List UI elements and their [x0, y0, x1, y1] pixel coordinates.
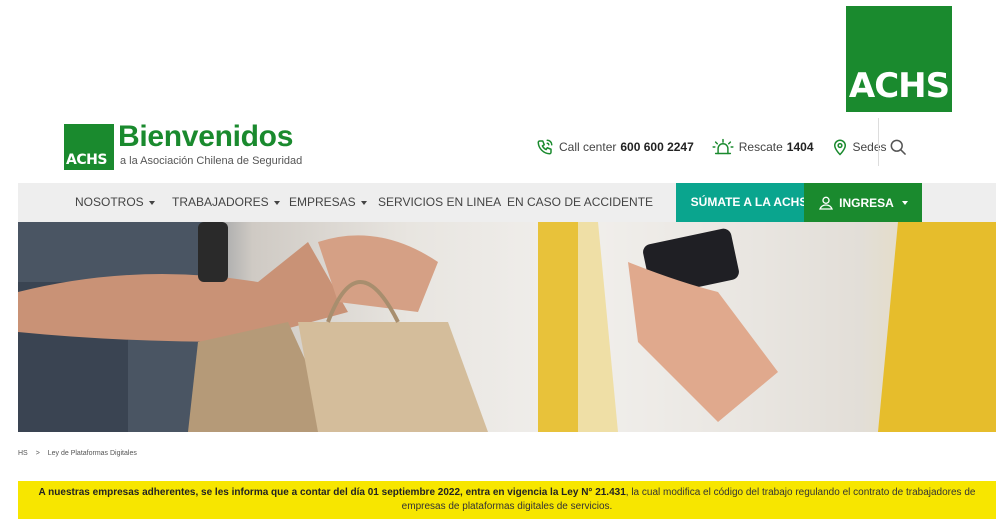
- ingresa-label: INGRESA: [839, 195, 894, 210]
- page: ACHS ACHS Bienvenidos a la Asociación Ch…: [0, 0, 996, 523]
- ingresa-button[interactable]: INGRESA: [804, 183, 922, 222]
- rescate-label: Rescate: [738, 140, 783, 154]
- nav-label: SERVICIOS EN LINEA: [378, 195, 502, 209]
- logo-box-text: ACHS: [66, 152, 107, 168]
- nav-item-nosotros[interactable]: NOSOTROS: [75, 183, 155, 222]
- nav-item-servicios-en-linea[interactable]: SERVICIOS EN LINEA: [378, 183, 501, 222]
- brand-subtitle: a la Asociación Chilena de Seguridad: [120, 155, 303, 167]
- corner-logo-text: ACHS: [848, 66, 950, 106]
- nav-label: EN CASO DE ACCIDENTE: [507, 195, 654, 209]
- main-nav: NOSOTROS TRABAJADORES EMPRESAS SERVICIOS…: [18, 183, 996, 222]
- nav-label: EMPRESAS: [289, 195, 356, 209]
- nav-item-trabajadores[interactable]: TRABAJADORES: [172, 183, 280, 222]
- call-center-link[interactable]: Call center 600 600 2247: [536, 138, 694, 156]
- nav-label: TRABAJADORES: [172, 195, 269, 209]
- sumate-button[interactable]: SÚMATE A LA ACHS: [676, 183, 822, 222]
- map-pin-icon: [833, 139, 846, 156]
- white-shirt: [578, 222, 918, 432]
- chevron-down-icon: [901, 200, 908, 205]
- search-button[interactable]: [888, 137, 908, 157]
- call-center-label: Call center: [559, 140, 617, 154]
- nav-label: NOSOTROS: [75, 195, 144, 209]
- utility-links: Call center 600 600 2247 Rescate 1404 Se…: [536, 132, 905, 162]
- chevron-down-icon: [148, 200, 155, 205]
- siren-icon: [712, 138, 734, 155]
- achs-corner-logo[interactable]: ACHS: [846, 6, 952, 112]
- breadcrumb-separator: >: [35, 450, 40, 457]
- notice-banner: A nuestras empresas adherentes, se les i…: [18, 481, 996, 519]
- user-icon: [819, 196, 834, 210]
- notice-lead: A nuestras empresas adherentes, se les i…: [38, 487, 626, 498]
- breadcrumb-root[interactable]: HS: [18, 450, 28, 457]
- nav-item-empresas[interactable]: EMPRESAS: [289, 183, 367, 222]
- hero-illustration: [18, 222, 996, 432]
- divider: [878, 118, 879, 166]
- chevron-down-icon: [360, 200, 367, 205]
- wristwatch: [198, 222, 228, 282]
- sedes-label: Sedes: [852, 140, 887, 154]
- call-center-number: 600 600 2247: [620, 140, 694, 154]
- breadcrumb-current: Ley de Plataformas Digitales: [47, 450, 137, 457]
- rescate-link[interactable]: Rescate 1404: [712, 138, 814, 156]
- paper-bag-front: [298, 322, 488, 432]
- hero-banner-image: [18, 222, 996, 432]
- phone-icon: [537, 139, 553, 155]
- achs-logo-box: ACHS: [64, 124, 114, 170]
- rescate-number: 1404: [786, 140, 814, 154]
- nav-item-en-caso-de-accidente[interactable]: EN CASO DE ACCIDENTE: [507, 183, 653, 222]
- yellow-scarf-right: [878, 222, 996, 432]
- brand-header[interactable]: ACHS Bienvenidos a la Asociación Chilena…: [64, 120, 344, 170]
- chevron-down-icon: [273, 200, 280, 205]
- search-icon: [890, 139, 906, 155]
- breadcrumb: HS > Ley de Plataformas Digitales: [18, 450, 137, 457]
- page-title: Bienvenidos: [118, 120, 294, 153]
